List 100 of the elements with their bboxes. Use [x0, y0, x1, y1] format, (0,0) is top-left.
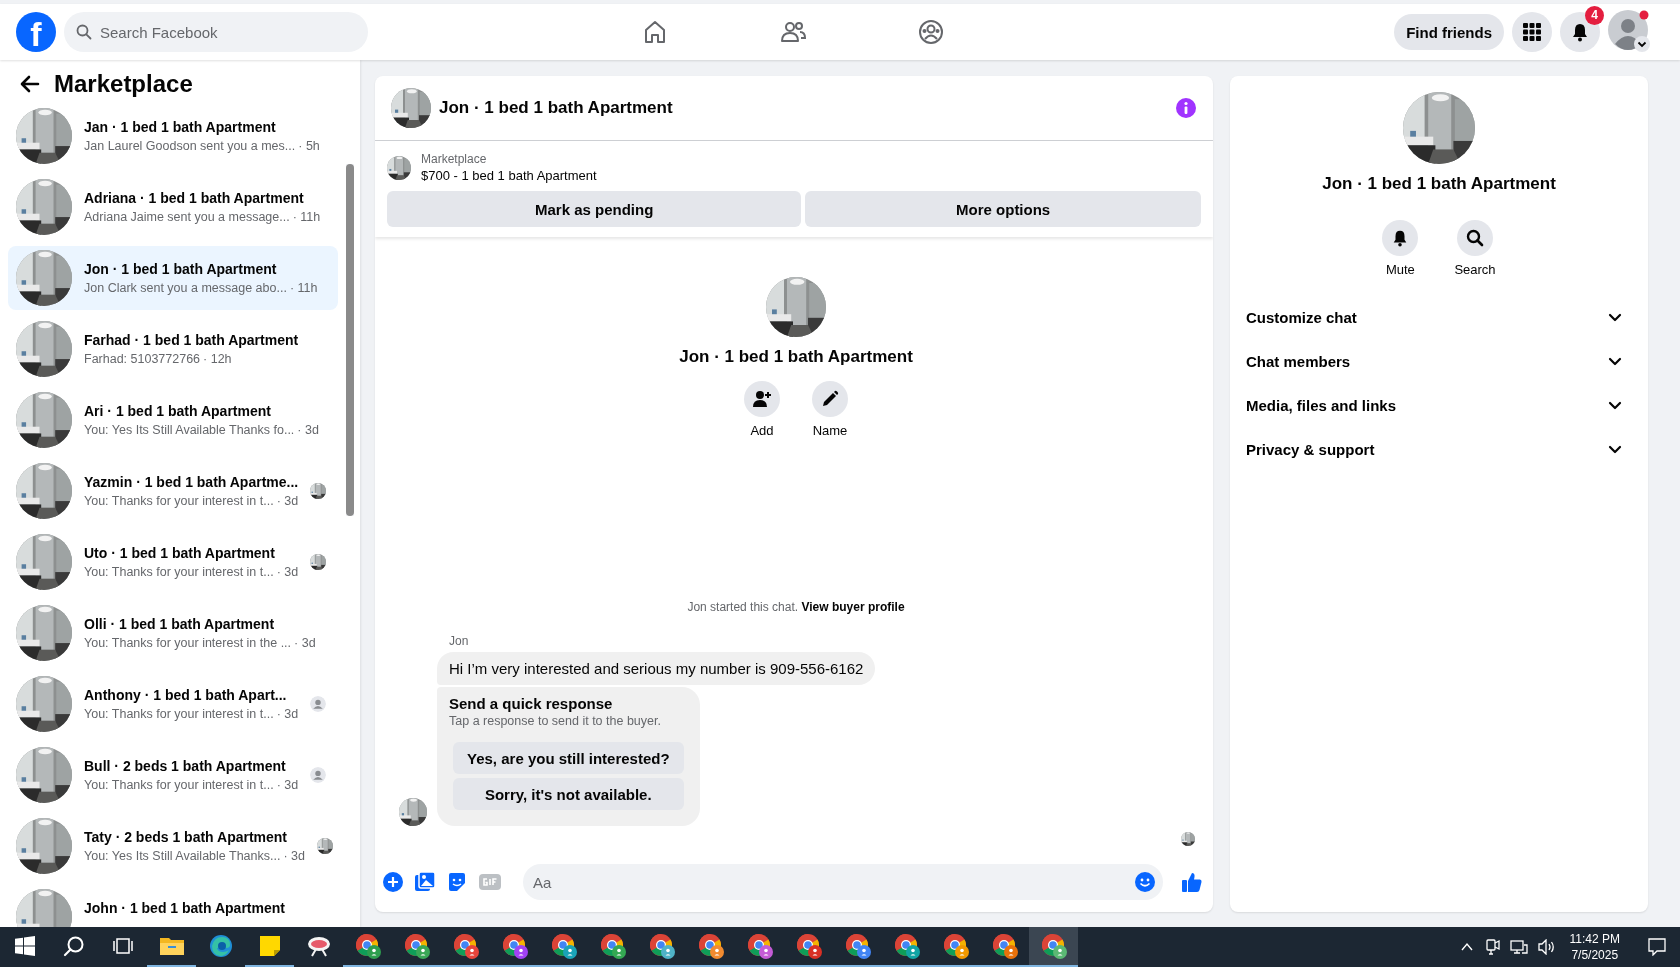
conversation-item[interactable]: Anthony · 1 bed 1 bath Apart... You: Thanks for your interest in t... · 3d — [8, 672, 338, 736]
search-field[interactable]: Search Facebook — [64, 12, 368, 52]
conversation-title: Olli · 1 bed 1 bath Apartment — [84, 615, 276, 634]
groups-icon — [917, 18, 945, 46]
message-preview: You: Thanks for your interest in t... — [84, 778, 274, 792]
timestamp: · 3d — [276, 565, 299, 579]
grid-icon — [1523, 23, 1541, 41]
conversation-title: Jan · 1 bed 1 bath Apartment — [84, 118, 277, 137]
quick-reply-button[interactable]: Yes, are you still interested? — [453, 742, 684, 774]
search-icon — [76, 24, 92, 40]
message-preview: Jan Laurel Goodson sent you a mes... — [84, 139, 296, 153]
conversation-title: Adriana · 1 bed 1 bath Apartment — [84, 189, 305, 208]
section-label: Customize chat — [1246, 308, 1357, 326]
menu-button[interactable] — [1512, 12, 1552, 52]
conversation-title: Taty · 2 beds 1 bath Apartment — [84, 828, 289, 847]
round-button[interactable] — [744, 381, 780, 417]
chat-name: Jon · 1 bed 1 bath Apartment — [1322, 174, 1556, 194]
message-preview: You: Thanks for your interest in t... — [84, 707, 274, 721]
buyer-profile-link[interactable]: View buyer profile — [801, 600, 905, 614]
avatar-icon — [310, 696, 327, 712]
card-title: Send a quick response — [449, 695, 614, 712]
conversation-item[interactable]: Uto · 1 bed 1 bath Apartment You: Thanks for your interest in t... · 3d — [8, 530, 338, 594]
back-button[interactable] — [20, 74, 40, 94]
notification-badge: 4 — [1585, 6, 1604, 25]
chat-notice: Jon started this chat. View buyer profile — [687, 600, 905, 614]
scrollbar[interactable] — [346, 164, 354, 516]
add-person-icon — [752, 389, 772, 409]
message-preview: Farhad: 5103772766 — [84, 352, 201, 366]
conversation-item[interactable]: Jan · 1 bed 1 bath Apartment Jan Laurel Goodson sent you a mes... · 5h — [8, 104, 338, 168]
conversation-item[interactable]: Ari · 1 bed 1 bath Apartment You: Yes Its Still Available Thanks fo... · 3d — [8, 388, 338, 452]
thumbs-up-icon[interactable] — [1181, 871, 1203, 893]
search-icon — [1466, 229, 1484, 247]
chat-name: Jon · 1 bed 1 bath Apartment — [679, 347, 913, 367]
timestamp: · 5h — [298, 139, 320, 153]
timestamp: · 3d — [283, 849, 305, 863]
message-preview: You: Thanks for your interest in t... — [84, 494, 274, 508]
section-label: Chat members — [1246, 352, 1351, 370]
plus-icon[interactable] — [383, 872, 403, 892]
volume-icon[interactable] — [1537, 939, 1556, 955]
conversation-item[interactable]: Taty · 2 beds 1 bath Apartment You: Yes Its Still Available Thanks... · 3d — [8, 814, 338, 878]
meeting-icon[interactable] — [1483, 939, 1500, 955]
conversation-title: Anthony · 1 bed 1 bath Apart... — [84, 686, 288, 705]
round-button[interactable] — [812, 381, 848, 417]
clock-time: 11:42 PM — [1569, 931, 1620, 947]
quick-reply-button[interactable]: Sorry, it's not available. — [453, 778, 684, 810]
message-field[interactable]: Aa — [523, 864, 1163, 900]
folder-icon — [159, 936, 184, 956]
pencil-icon — [820, 389, 840, 409]
button-label: Name — [812, 423, 848, 438]
conversation-title: John · 1 bed 1 bath Apartment — [84, 899, 286, 918]
conversation-item[interactable]: Jon · 1 bed 1 bath Apartment Jon Clark sent you a message abo... · 11h — [8, 246, 338, 310]
timestamp: · 3d — [276, 494, 299, 508]
chat-title: Jon · 1 bed 1 bath Apartment — [439, 98, 674, 118]
sender-name: Jon — [449, 634, 470, 648]
button-label: Mute — [1385, 262, 1415, 277]
windows-icon — [14, 936, 35, 956]
listing-label: Marketplace — [421, 151, 488, 167]
conversation-title: Yazmin · 1 bed 1 bath Apartme... — [84, 473, 299, 492]
conversation-item[interactable]: Olli · 1 bed 1 bath Apartment You: Thanks for your interest in the ... · 3d — [8, 601, 338, 665]
timestamp: · 3d — [276, 778, 299, 792]
timestamp: · 3d — [294, 636, 316, 650]
round-button[interactable] — [1457, 220, 1493, 256]
task-view-icon — [112, 936, 133, 956]
conversation-item[interactable]: Yazmin · 1 bed 1 bath Apartme... You: Thanks for your interest in t... · 3d — [8, 459, 338, 523]
timestamp: · 11h — [292, 210, 321, 224]
search-icon — [62, 935, 85, 957]
info-icon[interactable] — [1175, 97, 1197, 119]
logo[interactable]: f — [16, 12, 56, 52]
section-label: Privacy & support — [1246, 440, 1375, 458]
listing-title: $700 - 1 bed 1 bath Apartment — [421, 167, 597, 185]
button-label: Search — [1454, 262, 1496, 277]
clock-date: 7/5/2025 — [1570, 947, 1620, 963]
emoji-icon[interactable] — [1135, 872, 1155, 892]
button-label: Add — [750, 423, 774, 438]
notification-center-icon[interactable] — [1648, 938, 1666, 956]
message-preview: Adriana Jaime sent you a message... — [84, 210, 290, 224]
sticky-note-icon — [258, 935, 281, 957]
action-button[interactable]: Mark as pending — [387, 191, 802, 227]
profile-avatar-drawing[interactable] — [1608, 10, 1652, 54]
photo-icon[interactable] — [415, 872, 435, 892]
conversation-item[interactable]: Farhad · 1 bed 1 bath Apartment Farhad: 5103772766 · 12h — [8, 317, 338, 381]
card-hint: Tap a response to send it to the buyer. — [449, 714, 662, 728]
section-label: Media, files and links — [1246, 396, 1397, 414]
message-preview: Jon Clark sent you a message abo... — [84, 281, 287, 295]
timestamp: · 3d — [276, 707, 299, 721]
action-button[interactable]: More options — [805, 191, 1201, 227]
find-friends-button[interactable]: Find friends — [1394, 14, 1504, 50]
conversation-title: Farhad · 1 bed 1 bath Apartment — [84, 331, 300, 350]
conversation-item[interactable]: Adriana · 1 bed 1 bath Apartment Adriana Jaime sent you a message... · 11h — [8, 175, 338, 239]
conversation-item[interactable]: Bull · 2 beds 1 bath Apartment You: Thanks for your interest in t... · 3d — [8, 743, 338, 807]
notifications-button[interactable] — [1560, 12, 1600, 52]
sticker-icon[interactable] — [447, 872, 467, 892]
bell-icon — [1570, 22, 1590, 42]
edge-icon — [208, 934, 233, 958]
timestamp: · 12h — [203, 352, 232, 366]
avatar-icon — [310, 767, 327, 783]
network-icon[interactable] — [1509, 939, 1528, 955]
timestamp: · 11h — [289, 281, 318, 295]
conversation-title: Jon · 1 bed 1 bath Apartment — [84, 260, 278, 279]
round-button[interactable] — [1382, 220, 1419, 256]
